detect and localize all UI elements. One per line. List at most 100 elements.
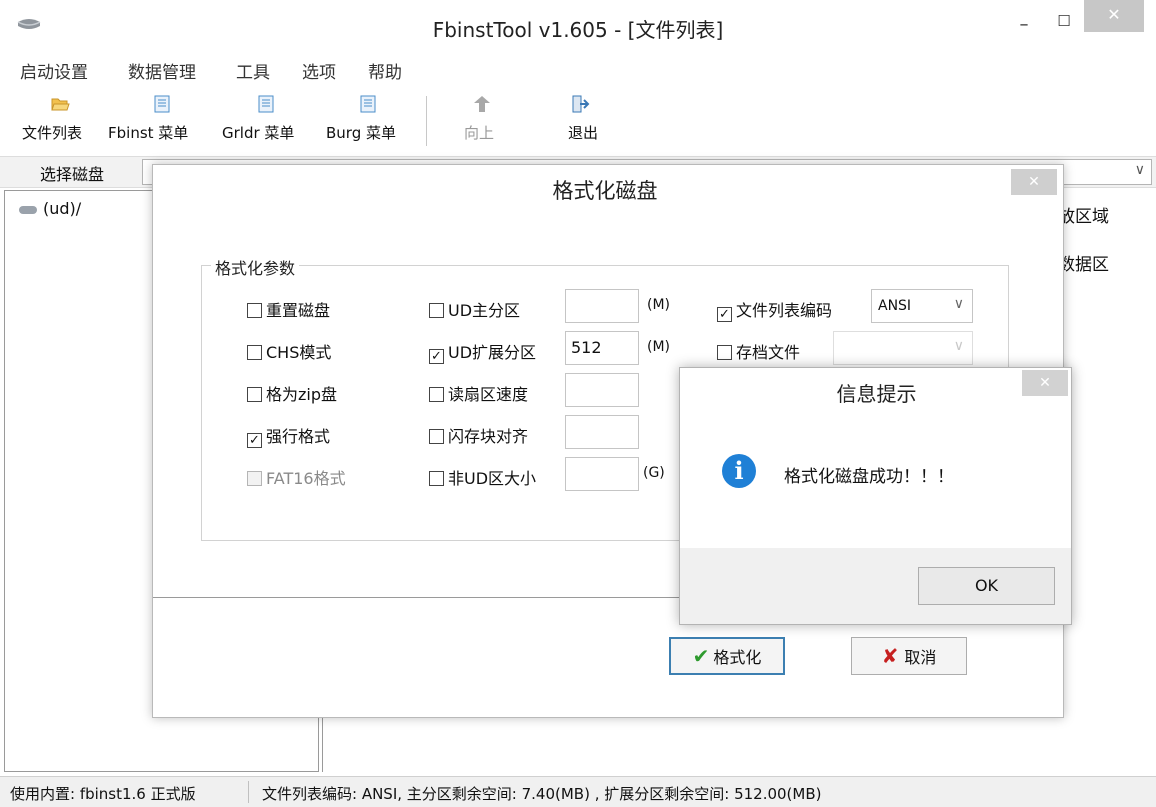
- menu-data-management[interactable]: 数据管理: [128, 58, 196, 83]
- zip-disk-checkbox[interactable]: 格为zip盘: [247, 381, 337, 405]
- cancel-button[interactable]: ✘ 取消: [851, 637, 967, 675]
- checkbox-box: [429, 429, 444, 444]
- encoding-select-value: ANSI: [878, 298, 912, 314]
- checkbox-box: [429, 387, 444, 402]
- option-label: 非UD区大小: [448, 469, 537, 488]
- read-speed-input[interactable]: [565, 373, 639, 407]
- option-label: CHS模式: [266, 343, 332, 362]
- flash-align-input[interactable]: [565, 415, 639, 449]
- ud-extended-size-input[interactable]: 512: [565, 331, 639, 365]
- checkbox-box: [717, 345, 732, 360]
- toolbar-fbinst-menu-button[interactable]: Fbinst 菜单: [108, 92, 214, 148]
- read-speed-checkbox[interactable]: 读扇区速度: [429, 381, 528, 405]
- toolbar: 文件列表 Fbinst 菜单 Grldr 菜单 Burg 菜单 向上 退出: [0, 92, 1156, 152]
- format-button-label: 格式化: [713, 648, 762, 667]
- folder-open-icon: [51, 98, 70, 111]
- toolbar-grldr-menu-button[interactable]: Grldr 菜单: [222, 92, 310, 148]
- info-message: 格式化磁盘成功！！！: [784, 467, 954, 487]
- list-encoding-checkbox[interactable]: ✓ 文件列表编码: [717, 297, 832, 322]
- minimize-button[interactable]: –: [1006, 10, 1042, 42]
- document-icon: [360, 95, 376, 113]
- flash-align-checkbox[interactable]: 闪存块对齐: [429, 423, 528, 447]
- unit-label: (M): [647, 339, 671, 355]
- close-window-button[interactable]: ✕: [1084, 0, 1144, 32]
- format-params-label: 格式化参数: [211, 255, 300, 279]
- info-icon: i: [722, 454, 756, 488]
- option-label: 读扇区速度: [448, 385, 529, 404]
- checkbox-box: [429, 303, 444, 318]
- checkbox-box: [429, 471, 444, 486]
- archive-file-select: ∨: [833, 331, 973, 365]
- cancel-button-label: 取消: [904, 648, 937, 667]
- dialog-title: 信息提示: [836, 382, 917, 406]
- ud-primary-checkbox[interactable]: UD主分区: [429, 297, 520, 321]
- maximize-button[interactable]: ☐: [1046, 6, 1082, 38]
- exit-icon: [572, 95, 590, 113]
- dialog-close-button[interactable]: ✕: [1022, 370, 1068, 396]
- toolbar-exit-button[interactable]: 退出: [560, 92, 612, 148]
- dialog-close-button[interactable]: ✕: [1011, 169, 1057, 195]
- menu-tools[interactable]: 工具: [236, 58, 270, 83]
- option-label: FAT16格式: [266, 469, 346, 488]
- toolbar-label: 退出: [568, 124, 599, 142]
- encoding-select[interactable]: ANSI ∨: [871, 289, 973, 323]
- option-label: 强行格式: [266, 427, 331, 446]
- toolbar-burg-menu-button[interactable]: Burg 菜单: [326, 92, 414, 148]
- title-bar: FbinstTool v1.605 - [文件列表] – ☐ ✕: [0, 0, 1156, 54]
- toolbar-label: Burg 菜单: [326, 124, 396, 142]
- status-separator: [248, 781, 249, 803]
- checkbox-check-icon: ✓: [717, 307, 732, 322]
- checkmark-icon: ✔: [692, 644, 710, 668]
- option-label: 格为zip盘: [266, 385, 338, 404]
- status-engine: 使用内置: fbinst1.6 正式版: [10, 785, 196, 803]
- toolbar-label: 文件列表: [22, 124, 83, 142]
- status-bar: 使用内置: fbinst1.6 正式版 文件列表编码: ANSI, 主分区剩余空…: [0, 776, 1156, 807]
- chevron-down-icon: ∨: [1134, 162, 1145, 178]
- cross-icon: ✘: [881, 644, 899, 668]
- list-header-data: 数据区: [1058, 255, 1109, 275]
- document-icon: [154, 95, 170, 113]
- disk-select-label: 选择磁盘: [40, 165, 105, 184]
- list-header-area: 放区域: [1058, 207, 1109, 227]
- chevron-down-icon: ∨: [953, 338, 964, 354]
- reset-disk-checkbox[interactable]: 重置磁盘: [247, 297, 330, 321]
- toolbar-label: Grldr 菜单: [222, 124, 295, 142]
- document-icon: [258, 95, 274, 113]
- tree-item-ud[interactable]: (ud)/: [19, 199, 81, 218]
- drive-icon: [19, 205, 37, 214]
- option-label: 存档文件: [736, 343, 801, 362]
- toolbar-label: Fbinst 菜单: [108, 124, 189, 142]
- checkbox-check-icon: ✓: [247, 433, 262, 448]
- unit-label: (M): [647, 297, 671, 313]
- fat16-format-checkbox: FAT16格式: [247, 465, 346, 489]
- toolbar-up-button[interactable]: 向上: [458, 92, 510, 148]
- dialog-title: 格式化磁盘: [552, 179, 658, 203]
- info-message-dialog: 信息提示 ✕ i 格式化磁盘成功！！！ OK: [679, 367, 1072, 625]
- chevron-down-icon: ∨: [953, 296, 964, 312]
- menu-boot-settings[interactable]: 启动设置: [20, 58, 88, 83]
- toolbar-separator: [426, 96, 427, 146]
- unit-label: (G): [643, 465, 665, 481]
- checkbox-box: [247, 387, 262, 402]
- ok-button[interactable]: OK: [918, 567, 1055, 605]
- non-ud-size-input[interactable]: [565, 457, 639, 491]
- chs-mode-checkbox[interactable]: CHS模式: [247, 339, 331, 363]
- ud-primary-size-input[interactable]: [565, 289, 639, 323]
- option-label: 重置磁盘: [266, 301, 331, 320]
- format-button[interactable]: ✔ 格式化: [669, 637, 785, 675]
- option-label: 闪存块对齐: [448, 427, 529, 446]
- menu-help[interactable]: 帮助: [368, 58, 402, 83]
- ud-extended-checkbox[interactable]: ✓ UD扩展分区: [429, 339, 536, 364]
- force-format-checkbox[interactable]: ✓ 强行格式: [247, 423, 330, 448]
- checkbox-check-icon: ✓: [429, 349, 444, 364]
- archive-file-checkbox[interactable]: 存档文件: [717, 339, 800, 363]
- checkbox-box: [247, 471, 262, 486]
- dialog-footer: OK: [680, 548, 1071, 624]
- non-ud-size-checkbox[interactable]: 非UD区大小: [429, 465, 536, 489]
- checkbox-box: [247, 345, 262, 360]
- toolbar-file-list-button[interactable]: 文件列表: [16, 92, 102, 148]
- toolbar-label: 向上: [464, 124, 495, 142]
- status-disk-info: 文件列表编码: ANSI, 主分区剩余空间: 7.40(MB) , 扩展分区剩余…: [262, 785, 822, 803]
- option-label: UD扩展分区: [448, 343, 537, 362]
- menu-options[interactable]: 选项: [302, 58, 336, 83]
